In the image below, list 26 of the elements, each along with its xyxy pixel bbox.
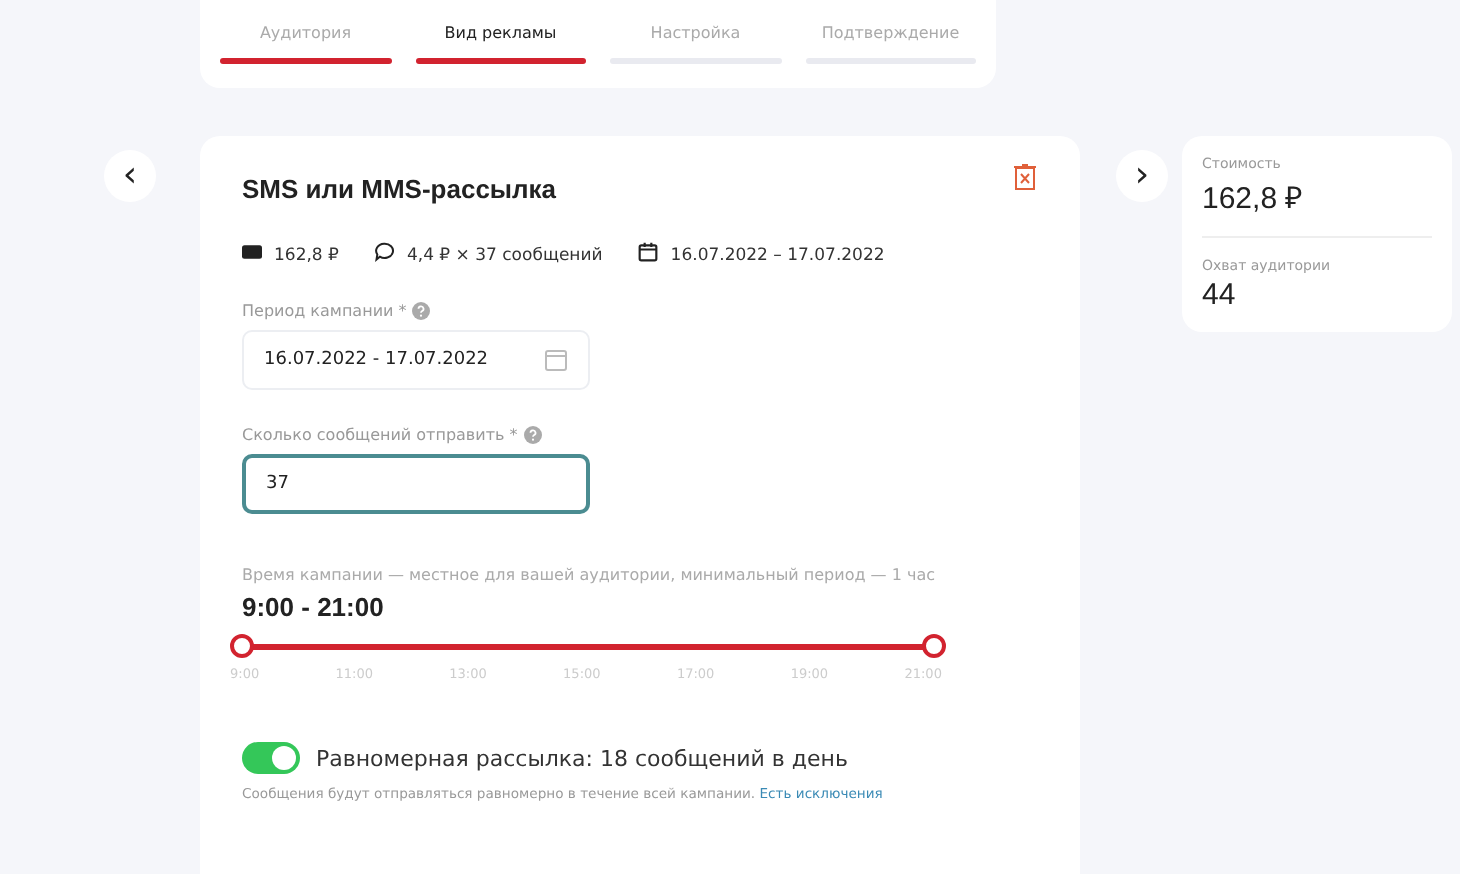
summary-value: 162,8 ₽ bbox=[1202, 180, 1306, 216]
help-icon[interactable] bbox=[412, 302, 431, 320]
wallet-icon bbox=[242, 242, 262, 262]
meta-text: 4,4 ₽ × 37 сообщений bbox=[406, 246, 603, 266]
calendar-icon[interactable] bbox=[544, 348, 568, 372]
previous-button[interactable]: ‹ bbox=[104, 150, 156, 202]
help-icon[interactable] bbox=[523, 426, 542, 444]
toggle-label: Равномерная рассылка: 18 сообщений в день bbox=[316, 745, 848, 771]
field-label: Период кампании * bbox=[242, 302, 407, 320]
meta-text: 162,8 ₽ bbox=[274, 246, 339, 266]
slider-thumb[interactable] bbox=[230, 634, 254, 658]
summary-value: 44 bbox=[1202, 278, 1238, 312]
message-count-field[interactable]: 37 bbox=[242, 454, 590, 514]
time-range: 9:00 - 21:00 bbox=[242, 592, 386, 622]
date-range-field[interactable]: 16.07.2022 - 17.07.2022 bbox=[242, 330, 590, 390]
delete-icon[interactable] bbox=[1014, 164, 1036, 190]
next-button[interactable]: › bbox=[1116, 150, 1168, 202]
chat-bubble-icon bbox=[374, 242, 395, 262]
calendar-icon bbox=[638, 242, 659, 262]
card-title: SMS или MMS-рассылка bbox=[242, 174, 557, 204]
meta-text: 16.07.2022 – 17.07.2022 bbox=[670, 246, 885, 266]
time-label: Время кампании — местное для вашей аудитории, минимальный период — 1 час bbox=[242, 566, 938, 584]
toggle-switch[interactable] bbox=[242, 742, 300, 774]
slider-thumb[interactable] bbox=[922, 634, 946, 658]
step-tab[interactable]: Вид рекламы bbox=[415, 0, 586, 88]
field-label: Сколько сообщений отправить * bbox=[242, 426, 518, 444]
